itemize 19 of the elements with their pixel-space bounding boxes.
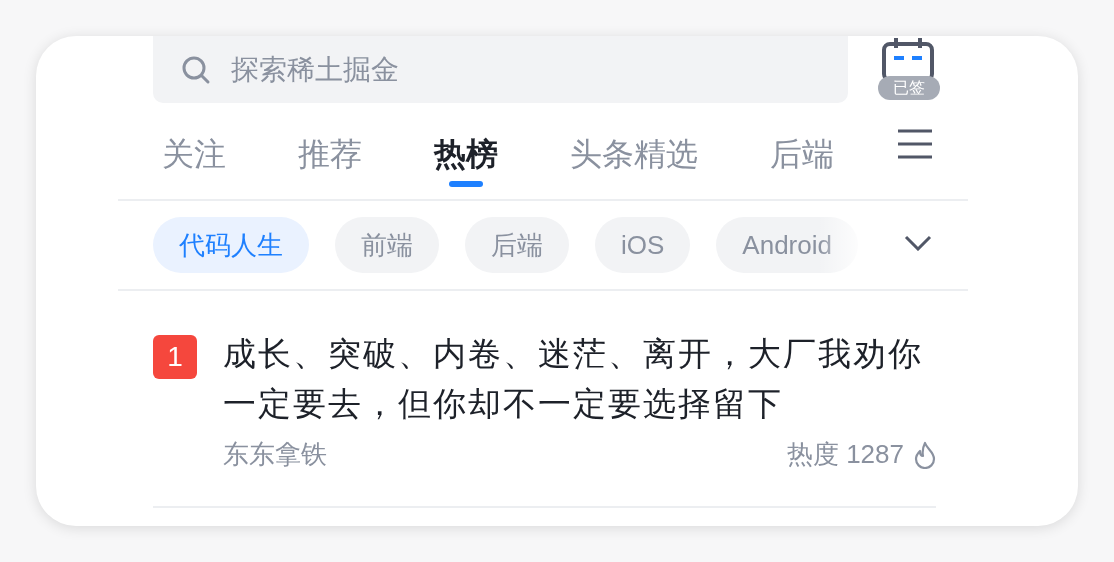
rank-badge: 1 (153, 335, 197, 379)
menu-icon[interactable] (898, 129, 932, 159)
signed-badge: 已签 (878, 75, 940, 100)
nav-tab[interactable]: 热榜 (434, 119, 498, 189)
category-chip[interactable]: 后端 (465, 217, 569, 273)
flame-icon (914, 440, 936, 469)
chevron-down-icon[interactable] (904, 235, 932, 251)
author-name[interactable]: 东东拿铁 (223, 437, 787, 472)
nav-tab[interactable]: 推荐 (298, 119, 362, 189)
nav-tab[interactable]: 头条精选 (570, 119, 698, 189)
category-chip[interactable]: Android (716, 217, 858, 273)
heat-count: 热度 1287 (786, 438, 904, 471)
category-chip[interactable]: 代码人生 (153, 217, 309, 273)
category-chip[interactable]: 前端 (335, 217, 439, 273)
nav-tab[interactable]: 后端 (770, 119, 834, 189)
nav-tab[interactable]: 关注 (162, 119, 226, 189)
search-field[interactable]: 探索稀土掘金 (153, 36, 848, 103)
article-title[interactable]: 成长、突破、内卷、迷茫、离开，大厂我劝你一定要去，但你却不一定要选择留下 (223, 329, 936, 429)
category-chip[interactable]: iOS (595, 217, 691, 273)
